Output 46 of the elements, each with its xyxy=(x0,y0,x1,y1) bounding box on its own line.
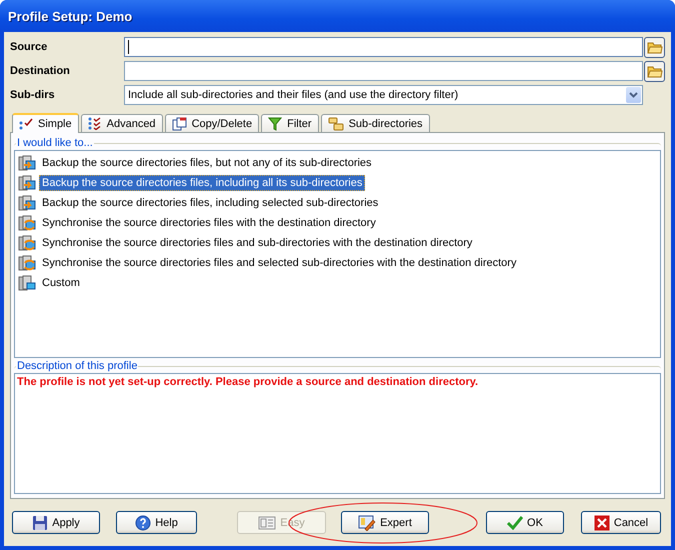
checkmark-icon xyxy=(507,516,524,530)
folder-arrow-icon xyxy=(18,214,36,232)
folder-arrow-icon xyxy=(18,234,36,252)
tab[interactable]: Simple xyxy=(12,113,79,133)
folder-icon xyxy=(646,64,662,78)
error-message: The profile is not yet set-up correctly. Please provide a source and destination directory. xyxy=(17,376,478,388)
tab[interactable]: Filter xyxy=(261,114,319,132)
tab[interactable]: Copy/Delete xyxy=(164,114,260,132)
input-field[interactable] xyxy=(124,61,643,81)
help-icon xyxy=(135,514,152,530)
dialog-button[interactable]: Apply xyxy=(12,511,100,534)
dropdown[interactable]: Include all sub-directories and their files (and use the directory filter) xyxy=(124,85,643,105)
checklist-icon xyxy=(19,118,33,130)
tab[interactable]: Advanced xyxy=(80,114,163,132)
browse-button[interactable] xyxy=(644,60,665,82)
option-item[interactable]: Backup the source directories files, but not any of its sub-directories xyxy=(39,155,375,171)
folder-arrow-icon xyxy=(18,254,36,272)
checklist-icon xyxy=(88,117,102,130)
folder-arrow-icon xyxy=(18,194,36,212)
group-title: Description of this profile xyxy=(16,360,138,372)
group-title: I would like to... xyxy=(16,137,94,149)
close-icon xyxy=(594,514,610,530)
folder-arrow-icon xyxy=(18,174,36,192)
option-item[interactable]: Backup the source directories files, including all its sub-directories xyxy=(39,175,366,191)
browse-button[interactable] xyxy=(644,36,665,58)
dialog-button[interactable]: Cancel xyxy=(581,511,661,534)
field-label: Sub-dirs xyxy=(10,89,56,101)
form-icon xyxy=(258,516,276,530)
field-label: Source xyxy=(10,41,48,53)
dialog-button[interactable]: OK xyxy=(486,511,564,534)
folders-icon xyxy=(328,116,344,130)
folder-icon xyxy=(646,40,662,54)
dialog-button[interactable]: Help xyxy=(116,511,197,534)
option-item[interactable]: Custom xyxy=(39,275,83,291)
field-label: Destination xyxy=(10,65,71,77)
option-item[interactable]: Synchronise the source directories files and selected sub-directories with the destination directory xyxy=(39,255,520,271)
folder-arrow-icon xyxy=(18,154,36,172)
form-pen-icon xyxy=(358,514,376,530)
option-item[interactable]: Synchronise the source directories files with the destination directory xyxy=(39,215,379,231)
option-item[interactable]: Synchronise the source directories files and sub-directories with the destination directory xyxy=(39,235,476,251)
window-title: Profile Setup: Demo xyxy=(8,8,132,24)
input-field[interactable] xyxy=(124,37,643,57)
option-item[interactable]: Backup the source directories files, including selected sub-directories xyxy=(39,195,382,211)
computer-icon xyxy=(18,274,36,292)
tab[interactable]: Sub-directories xyxy=(320,114,430,132)
dialog-button[interactable]: Expert xyxy=(341,511,429,534)
